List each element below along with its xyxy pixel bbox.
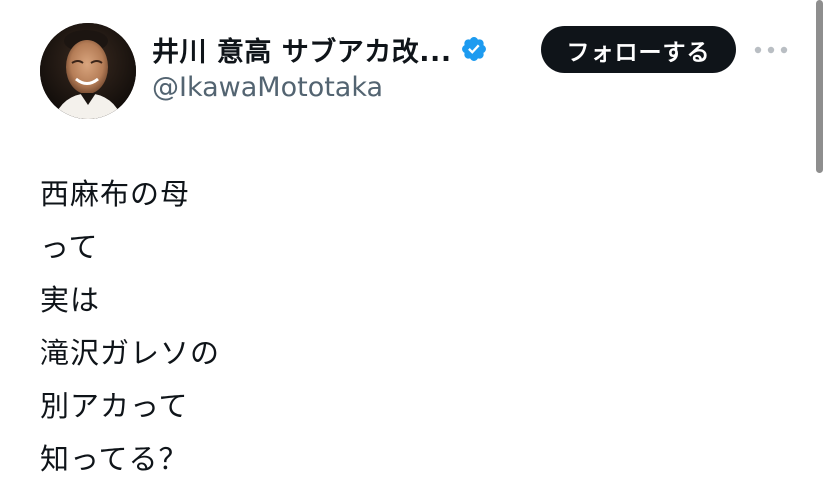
tweet-line: って [40,230,99,264]
tweet-line: 西麻布の母 [40,177,191,211]
display-name[interactable]: 井川 意高 サブアカ改... [152,30,452,69]
follow-button[interactable]: フォローする [541,26,736,73]
tweet-line: 滝沢ガレソの [40,336,221,370]
tweet-card: 井川 意高 サブアカ改... @IkawaMototaka フォローする 西麻布… [0,0,828,499]
ellipsis-icon [754,46,788,54]
verified-badge-icon[interactable] [460,35,488,63]
tweet-line: 実は [40,283,101,317]
tweet-line: 知ってる？ [40,442,189,476]
avatar-image [40,23,136,119]
avatar[interactable] [40,23,136,119]
handle[interactable]: @IkawaMototaka [152,72,383,103]
tweet-body: 西麻布の母 って 実は 滝沢ガレソの 別アカって 知ってる？ [40,168,780,486]
name-row: 井川 意高 サブアカ改... [152,28,488,70]
tweet-line: 別アカって [40,389,189,423]
scrollbar[interactable] [816,0,823,173]
more-options-button[interactable] [754,36,788,64]
